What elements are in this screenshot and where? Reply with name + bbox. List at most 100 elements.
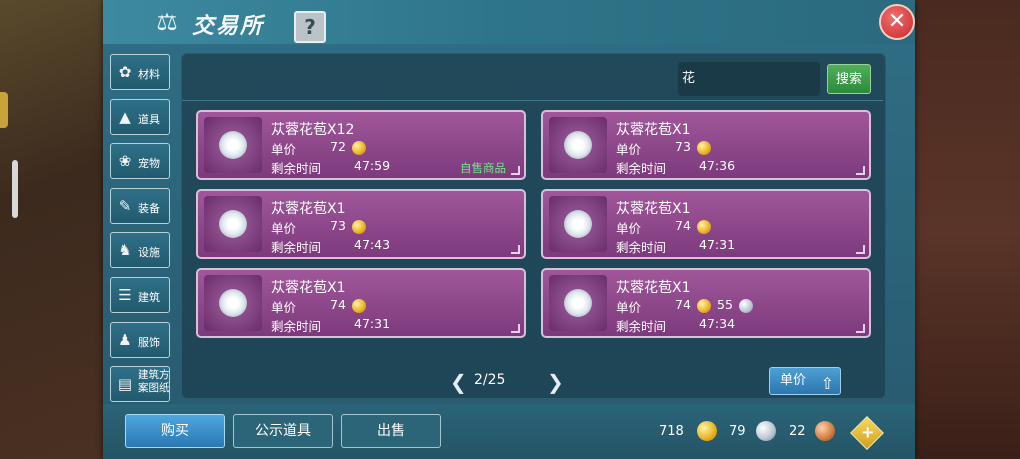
- unit-price-label: 单价: [616, 221, 642, 236]
- help-button[interactable]: ?: [294, 11, 326, 43]
- remaining-time-label: 剩余时间: [271, 161, 322, 176]
- listing-card[interactable]: 苁蓉花苞X1 单价 74 剩余时间 47:31: [541, 189, 871, 259]
- gold-coin-icon: [352, 299, 366, 313]
- divider: [182, 100, 883, 101]
- paw-icon: ❀: [118, 152, 132, 171]
- buy-button[interactable]: 购买: [125, 414, 225, 448]
- item-name: 苁蓉花苞X1: [616, 280, 691, 296]
- gold-coin-icon: [697, 299, 711, 313]
- gold-coin-icon: [697, 421, 717, 441]
- category-blueprint[interactable]: ▤ 建筑方案图纸: [110, 366, 170, 403]
- sort-arrow-icon: ⇧: [820, 374, 834, 393]
- sort-by-price-button[interactable]: 单价 ⇧: [769, 367, 841, 395]
- side-tab[interactable]: [0, 92, 8, 128]
- category-label: 材料: [138, 68, 160, 81]
- item-thumbnail: [549, 196, 607, 252]
- page-title: 交易所: [192, 14, 265, 39]
- flower-icon: [219, 131, 247, 159]
- sort-label: 单价: [780, 373, 807, 388]
- price-gold: 73: [330, 218, 346, 233]
- listing-card[interactable]: 苁蓉花苞X1 单价 73 剩余时间 47:36: [541, 110, 871, 180]
- search-input[interactable]: 花: [678, 62, 820, 96]
- category-label: 服饰: [138, 335, 160, 349]
- category-equipment[interactable]: ✎ 装备: [110, 187, 170, 224]
- silver-coin-icon: [739, 299, 753, 313]
- close-button[interactable]: ✕: [879, 4, 915, 40]
- gold-coin-icon: [697, 141, 711, 155]
- unit-price-label: 单价: [616, 300, 642, 315]
- clothing-icon: ♟: [118, 330, 132, 349]
- category-label: 装备: [138, 201, 160, 215]
- bronze-amount: 22: [789, 424, 806, 439]
- blueprint-icon: ▤: [117, 375, 133, 394]
- flower-icon: [219, 289, 247, 317]
- category-item[interactable]: ▲ 道具: [110, 98, 170, 135]
- remaining-time: 47:43: [354, 237, 391, 252]
- category-facility[interactable]: ♞ 设施: [110, 232, 170, 269]
- category-pet[interactable]: ❀ 宠物: [110, 143, 170, 180]
- price-gold: 73: [675, 139, 691, 154]
- corner-mark: [856, 324, 865, 333]
- remaining-time-label: 剩余时间: [616, 240, 667, 255]
- category-material[interactable]: ✿ 材料: [110, 54, 170, 90]
- item-name: 苁蓉花苞X1: [616, 201, 691, 217]
- bronze-coin-icon: [815, 421, 835, 441]
- remaining-time: 47:36: [699, 158, 736, 173]
- item-thumbnail: [204, 196, 262, 252]
- price-gold: 74: [330, 297, 346, 312]
- next-page-button[interactable]: ❯: [547, 370, 564, 394]
- listing-area: 花 搜索 苁蓉花苞X12 单价 72 剩余时间 47:59 自售商品 苁蓉花苞X…: [181, 53, 886, 399]
- flask-icon: ▲: [119, 107, 131, 126]
- remaining-time-label: 剩余时间: [616, 319, 667, 334]
- background-left: [0, 0, 110, 459]
- remaining-time: 47:31: [354, 316, 391, 331]
- item-thumbnail: [549, 275, 607, 331]
- price-gold: 74: [675, 297, 691, 312]
- flower-icon: [564, 131, 592, 159]
- unit-price-label: 单价: [271, 221, 297, 236]
- listing-card[interactable]: 苁蓉花苞X1 单价 74 55 剩余时间 47:34: [541, 268, 871, 338]
- listing-card[interactable]: 苁蓉花苞X1 单价 73 剩余时间 47:43: [196, 189, 526, 259]
- add-currency-button[interactable]: +: [850, 416, 884, 450]
- panel-header: ⚖ 交易所 ? ✕: [103, 0, 915, 44]
- corner-mark: [856, 166, 865, 175]
- flower-icon: [564, 210, 592, 238]
- silver-amount: 79: [729, 424, 746, 439]
- scales-icon: ⚖: [156, 8, 178, 36]
- flower-icon: [219, 210, 247, 238]
- item-name: 苁蓉花苞X1: [271, 280, 346, 296]
- unit-price-label: 单价: [616, 142, 642, 157]
- facility-icon: ♞: [118, 241, 132, 260]
- scroll-indicator[interactable]: [12, 160, 18, 218]
- corner-mark: [511, 245, 520, 254]
- sell-button[interactable]: 出售: [341, 414, 441, 448]
- plus-icon: +: [861, 422, 875, 442]
- gold-coin-icon: [352, 220, 366, 234]
- building-icon: ☰: [118, 285, 132, 304]
- corner-mark: [856, 245, 865, 254]
- background-right: [910, 0, 1020, 459]
- category-label: 建筑: [138, 290, 160, 304]
- category-clothing[interactable]: ♟ 服饰: [110, 321, 170, 358]
- remaining-time: 47:34: [699, 316, 736, 331]
- category-label: 建筑方案图纸: [138, 369, 170, 395]
- corner-mark: [511, 324, 520, 333]
- gold-amount: 718: [659, 424, 684, 439]
- listing-card[interactable]: 苁蓉花苞X12 单价 72 剩余时间 47:59 自售商品: [196, 110, 526, 180]
- material-icon: ✿: [118, 63, 132, 81]
- price-gold: 74: [675, 218, 691, 233]
- remaining-time: 47:31: [699, 237, 736, 252]
- prev-page-button[interactable]: ❮: [450, 370, 467, 394]
- search-button[interactable]: 搜索: [827, 64, 871, 94]
- public-items-button[interactable]: 公示道具: [233, 414, 333, 448]
- listing-card[interactable]: 苁蓉花苞X1 单价 74 剩余时间 47:31: [196, 268, 526, 338]
- remaining-time: 47:59: [354, 158, 391, 173]
- remaining-time-label: 剩余时间: [271, 319, 322, 334]
- corner-mark: [511, 166, 520, 175]
- footer-bar: 购买 公示道具 出售 718 79 22 +: [103, 404, 915, 459]
- page-indicator: 2/25: [474, 372, 506, 388]
- category-building[interactable]: ☰ 建筑: [110, 276, 170, 313]
- unit-price-label: 单价: [271, 142, 297, 157]
- item-thumbnail: [204, 275, 262, 331]
- self-sale-tag: 自售商品: [460, 161, 506, 175]
